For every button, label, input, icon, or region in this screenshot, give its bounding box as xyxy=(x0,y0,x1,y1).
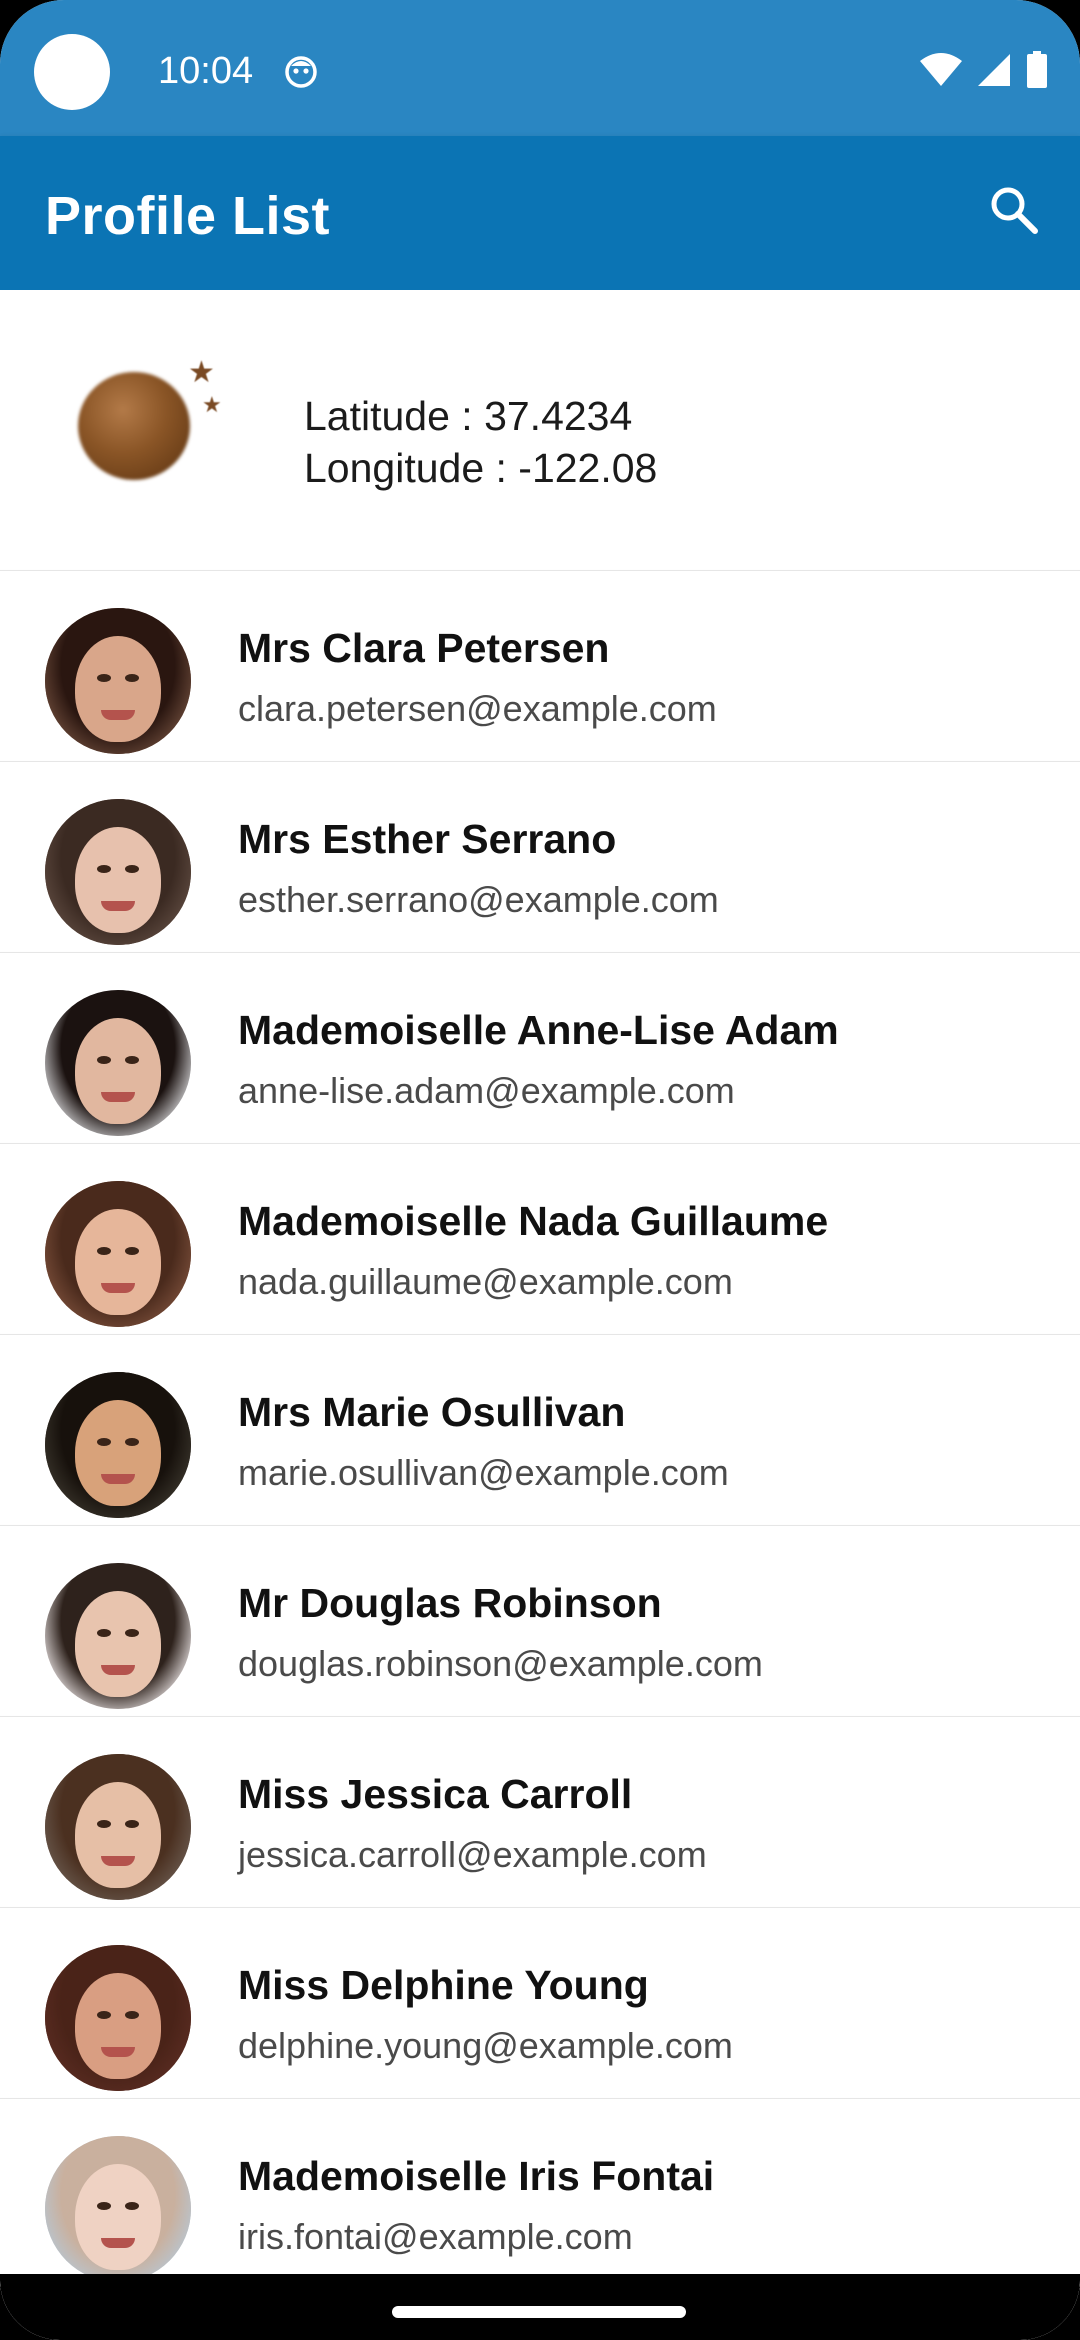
avatar-left-eye xyxy=(97,1056,111,1064)
profile-list-item[interactable]: Miss Delphine Young delphine.young@exampl… xyxy=(0,1907,1080,2098)
avatar-right-eye xyxy=(125,2202,139,2210)
planet-stars-image: ★ ★ xyxy=(70,350,240,490)
cellular-signal-icon xyxy=(976,53,1012,92)
avatar-left-eye xyxy=(97,1629,111,1637)
location-coordinates: Latitude : 37.4234 Longitude : -122.08 xyxy=(304,390,657,494)
avatar xyxy=(45,1563,191,1709)
status-time: 10:04 xyxy=(158,50,254,92)
avatar-right-eye xyxy=(125,674,139,682)
avatar-right-eye xyxy=(125,1247,139,1255)
profile-email: delphine.young@example.com xyxy=(238,2025,733,2066)
avatar-face xyxy=(75,1782,161,1888)
profile-name: Mademoiselle Iris Fontai xyxy=(238,2153,715,2199)
avatar-face xyxy=(75,1973,161,2079)
avatar-mouth xyxy=(101,901,135,911)
profile-email: marie.osullivan@example.com xyxy=(238,1452,729,1493)
avatar-right-eye xyxy=(125,1820,139,1828)
avatar-right-eye xyxy=(125,865,139,873)
profile-name: Mademoiselle Anne-Lise Adam xyxy=(238,1007,839,1053)
latitude-text: Latitude : 37.4234 xyxy=(304,393,633,439)
avatar-left-eye xyxy=(97,1820,111,1828)
profile-email: anne-lise.adam@example.com xyxy=(238,1070,735,1111)
status-icons xyxy=(920,48,1048,96)
avatar-mouth xyxy=(101,1092,135,1102)
search-button[interactable] xyxy=(978,176,1050,248)
avatar-left-eye xyxy=(97,2202,111,2210)
avatar-face xyxy=(75,1400,161,1506)
profile-email: nada.guillaume@example.com xyxy=(238,1261,733,1302)
avatar-mouth xyxy=(101,710,135,720)
profile-name: Mrs Esther Serrano xyxy=(238,816,617,862)
profile-list-item[interactable]: Miss Jessica Carroll jessica.carroll@exam… xyxy=(0,1716,1080,1907)
profile-email: esther.serrano@example.com xyxy=(238,879,719,920)
longitude-text: Longitude : -122.08 xyxy=(304,445,658,491)
profile-name: Mademoiselle Nada Guillaume xyxy=(238,1198,829,1244)
star-icon: ★ xyxy=(188,356,215,389)
avatar-face xyxy=(75,1591,161,1697)
avatar-left-eye xyxy=(97,2011,111,2019)
camera-cutout xyxy=(34,34,110,110)
avatar-face xyxy=(75,827,161,933)
profile-list-item[interactable]: Mademoiselle Anne-Lise Adam anne-lise.ada… xyxy=(0,952,1080,1143)
planet-image xyxy=(78,372,190,480)
avatar xyxy=(45,1181,191,1327)
profile-list: Mrs Clara Petersen clara.petersen@example… xyxy=(0,570,1080,2289)
profile-list-item[interactable]: Mrs Clara Petersen clara.petersen@example… xyxy=(0,570,1080,761)
profile-list-item[interactable]: Mr Douglas Robinson douglas.robinson@exam… xyxy=(0,1525,1080,1716)
profile-list-item[interactable]: Mrs Marie Osullivan marie.osullivan@examp… xyxy=(0,1334,1080,1525)
app-notification-icon xyxy=(283,54,319,90)
profile-email: iris.fontai@example.com xyxy=(238,2216,633,2257)
avatar-right-eye xyxy=(125,1438,139,1446)
profile-list-item[interactable]: Mademoiselle Nada Guillaume nada.guillaum… xyxy=(0,1143,1080,1334)
avatar xyxy=(45,1945,191,2091)
wifi-icon xyxy=(920,52,962,92)
page-title: Profile List xyxy=(45,186,331,246)
avatar-mouth xyxy=(101,1283,135,1293)
avatar-left-eye xyxy=(97,865,111,873)
battery-icon xyxy=(1026,50,1048,94)
phone-screen: 10:04 Profile List ★ ★ Latitude: 37.423… xyxy=(0,0,1080,2340)
avatar-right-eye xyxy=(125,1629,139,1637)
search-icon xyxy=(987,183,1041,242)
status-bar: 10:04 xyxy=(0,0,1080,136)
avatar-mouth xyxy=(101,1665,135,1675)
profile-name: Mrs Clara Petersen xyxy=(238,625,610,671)
profile-name: Miss Delphine Young xyxy=(238,1962,649,2008)
avatar-right-eye xyxy=(125,2011,139,2019)
avatar xyxy=(45,799,191,945)
avatar-left-eye xyxy=(97,1247,111,1255)
navigation-bar xyxy=(0,2274,1080,2340)
avatar-face xyxy=(75,636,161,742)
profile-name: Miss Jessica Carroll xyxy=(238,1771,633,1817)
profile-name: Mrs Marie Osullivan xyxy=(238,1389,626,1435)
star-icon: ★ xyxy=(202,392,222,417)
avatar-face xyxy=(75,1018,161,1124)
avatar-mouth xyxy=(101,1856,135,1866)
profile-email: clara.petersen@example.com xyxy=(238,688,717,729)
avatar-face xyxy=(75,1209,161,1315)
profile-email: jessica.carroll@example.com xyxy=(238,1834,707,1875)
profile-email: douglas.robinson@example.com xyxy=(238,1643,763,1684)
home-gesture-handle[interactable] xyxy=(392,2306,686,2318)
avatar-mouth xyxy=(101,2238,135,2248)
profile-list-item[interactable]: Mademoiselle Iris Fontai iris.fontai@exam… xyxy=(0,2098,1080,2289)
avatar-mouth xyxy=(101,1474,135,1484)
avatar xyxy=(45,2136,191,2282)
location-card: ★ ★ Latitude : 37.4234 Longitude : -122.… xyxy=(0,290,1080,570)
avatar-left-eye xyxy=(97,1438,111,1446)
avatar-face xyxy=(75,2164,161,2270)
avatar xyxy=(45,1372,191,1518)
avatar xyxy=(45,1754,191,1900)
app-bar: Profile List xyxy=(0,136,1080,290)
avatar xyxy=(45,608,191,754)
avatar-right-eye xyxy=(125,1056,139,1064)
avatar xyxy=(45,990,191,1136)
profile-list-item[interactable]: Mrs Esther Serrano esther.serrano@example… xyxy=(0,761,1080,952)
profile-name: Mr Douglas Robinson xyxy=(238,1580,662,1626)
avatar-left-eye xyxy=(97,674,111,682)
avatar-mouth xyxy=(101,2047,135,2057)
